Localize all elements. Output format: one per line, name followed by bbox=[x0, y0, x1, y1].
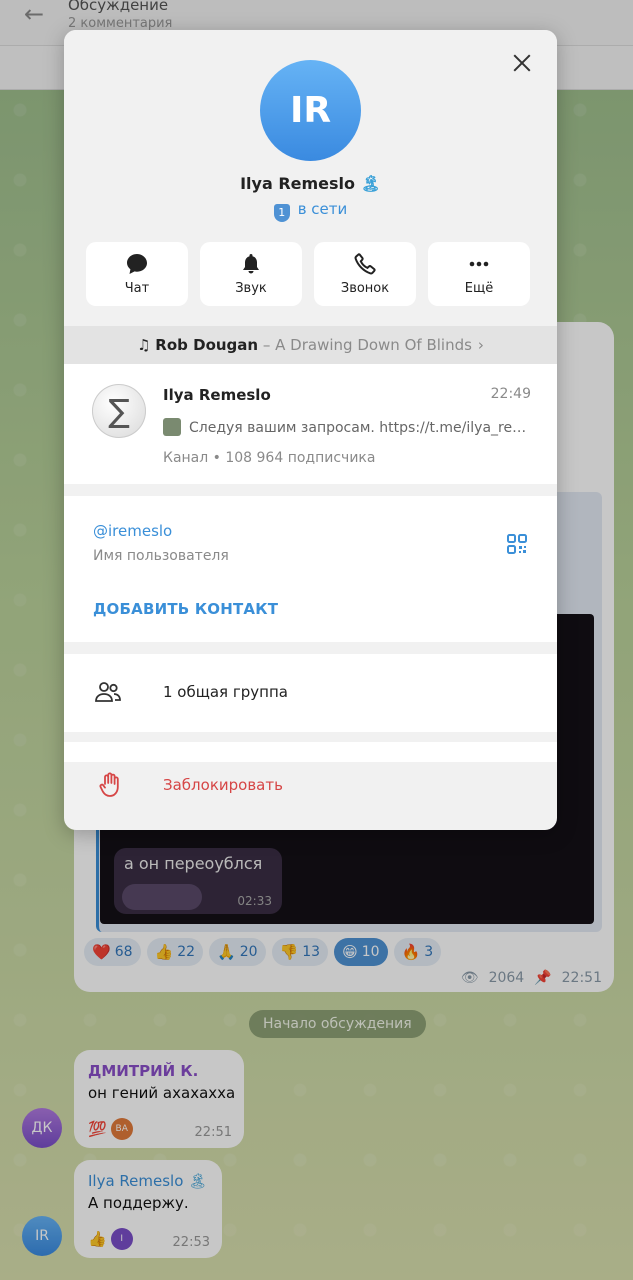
music-note-icon: ♫ bbox=[137, 336, 151, 354]
call-button[interactable]: Звонок bbox=[314, 242, 416, 306]
channel-name: Ilya Remeslo bbox=[163, 386, 271, 404]
common-groups-row[interactable]: 1 общая группа bbox=[64, 654, 557, 732]
common-groups-label: 1 общая группа bbox=[163, 683, 288, 701]
close-button[interactable] bbox=[509, 50, 535, 76]
user-info-section: @iremeslo Имя пользователя ДОБАВИТЬ КОНТ… bbox=[64, 496, 557, 642]
mute-button-label: Звук bbox=[235, 281, 267, 296]
personal-channel[interactable]: ∑ Ilya Remeslo 22:49 Следуя вашим запрос… bbox=[64, 364, 557, 484]
add-contact-button[interactable]: ДОБАВИТЬ КОНТАКТ bbox=[93, 600, 278, 618]
username-link[interactable]: @iremeslo bbox=[93, 522, 172, 540]
more-button-label: Ещё bbox=[464, 281, 494, 296]
profile-name: Ilya Remeslo 🏝 bbox=[240, 174, 381, 193]
profile-music-bar[interactable]: ♫ Rob Dougan – A Drawing Down Of Blinds › bbox=[64, 326, 557, 364]
chat-button-label: Чат bbox=[124, 281, 150, 296]
profile-avatar[interactable]: IR bbox=[260, 60, 361, 161]
music-artist: Rob Dougan bbox=[155, 336, 259, 354]
more-icon bbox=[469, 261, 489, 267]
block-user-label: Заблокировать bbox=[163, 776, 283, 794]
palm-icon: 🏝 bbox=[360, 174, 381, 193]
chevron-right-icon: › bbox=[477, 336, 484, 354]
call-button-label: Звонок bbox=[340, 281, 390, 296]
chat-button[interactable]: Чат bbox=[86, 242, 188, 306]
group-icon bbox=[95, 682, 121, 702]
profile-actions: Чат Звук Звонок Ещё bbox=[86, 242, 530, 306]
preview-thumbnail bbox=[163, 418, 181, 436]
qr-code-icon bbox=[507, 534, 527, 554]
shield-icon: 1 bbox=[273, 204, 290, 222]
channel-avatar: ∑ bbox=[92, 384, 146, 438]
profile-modal: IR Ilya Remeslo 🏝 1в сети Чат Звук Звоно… bbox=[64, 30, 557, 830]
channel-preview: Следуя вашим запросам. https://t.me/ilya… bbox=[163, 418, 533, 436]
channel-time: 22:49 bbox=[490, 386, 531, 402]
block-user-row[interactable]: Заблокировать bbox=[64, 762, 557, 808]
phone-icon bbox=[354, 253, 376, 275]
profile-status: 1в сети bbox=[64, 200, 557, 222]
section-spacer bbox=[64, 742, 557, 762]
channel-subscribers: Канал • 108 964 подписчика bbox=[163, 450, 376, 466]
chat-icon bbox=[127, 254, 147, 274]
username-label: Имя пользователя bbox=[93, 548, 229, 564]
qr-code-button[interactable] bbox=[505, 532, 529, 556]
mute-button[interactable]: Звук bbox=[200, 242, 302, 306]
bell-icon bbox=[243, 254, 259, 274]
hand-stop-icon bbox=[99, 772, 119, 797]
music-song: – A Drawing Down Of Blinds bbox=[262, 336, 472, 354]
profile-header: IR Ilya Remeslo 🏝 1в сети Чат Звук Звоно… bbox=[64, 30, 557, 326]
more-button[interactable]: Ещё bbox=[428, 242, 530, 306]
